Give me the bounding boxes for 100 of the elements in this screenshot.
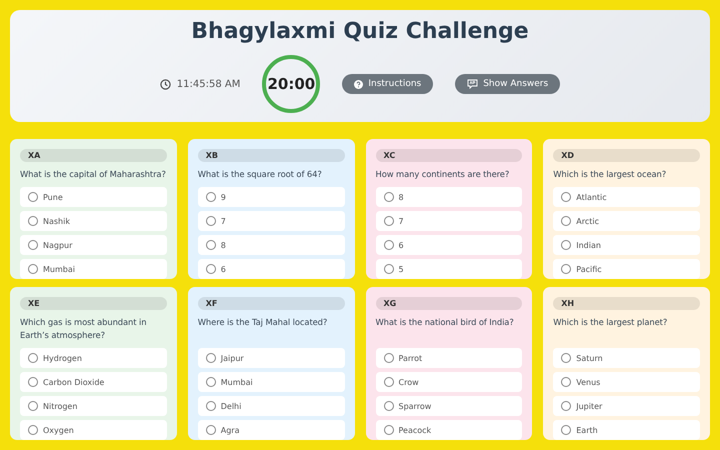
option-label: Agra bbox=[220, 426, 240, 434]
option-label: 8 bbox=[398, 192, 404, 202]
radio-button[interactable] bbox=[561, 401, 572, 411]
option-label: Saturn bbox=[576, 354, 603, 362]
radio-button[interactable] bbox=[28, 377, 38, 387]
radio-button[interactable] bbox=[561, 425, 572, 435]
answer-option[interactable]: Jupiter bbox=[553, 396, 700, 416]
question-tag: XH bbox=[553, 297, 700, 310]
question-tag: XG bbox=[376, 297, 522, 310]
show-answers-button[interactable]: Show Answers bbox=[455, 74, 560, 94]
radio-button[interactable] bbox=[28, 401, 38, 411]
option-label: 7 bbox=[220, 216, 226, 226]
option-label: 7 bbox=[398, 216, 404, 226]
radio-button[interactable] bbox=[206, 192, 216, 202]
answer-option[interactable]: Hydrogen bbox=[20, 348, 167, 368]
question-tag: XF bbox=[198, 297, 344, 310]
radio-button[interactable] bbox=[28, 240, 38, 250]
option-label: Earth bbox=[576, 426, 598, 434]
radio-button[interactable] bbox=[384, 216, 394, 226]
radio-button[interactable] bbox=[28, 216, 38, 226]
radio-button[interactable] bbox=[561, 377, 572, 387]
radio-button[interactable] bbox=[28, 264, 38, 274]
answer-option[interactable]: Delhi bbox=[198, 396, 344, 416]
option-label: Oxygen bbox=[43, 426, 74, 434]
option-label: Mumbai bbox=[220, 378, 253, 386]
radio-button[interactable] bbox=[384, 192, 394, 202]
radio-button[interactable] bbox=[384, 240, 394, 250]
option-label: 6 bbox=[220, 264, 226, 274]
answer-option[interactable]: Nashik bbox=[20, 211, 167, 231]
answer-option[interactable]: 9 bbox=[198, 187, 344, 207]
answer-option[interactable]: Carbon Dioxide bbox=[20, 372, 167, 392]
radio-button[interactable] bbox=[206, 377, 216, 387]
radio-button[interactable] bbox=[561, 216, 572, 226]
answer-option[interactable]: Pune bbox=[20, 187, 167, 207]
answer-option[interactable]: Saturn bbox=[553, 348, 700, 368]
question-text: Which is the largest ocean? bbox=[553, 168, 668, 181]
radio-button[interactable] bbox=[206, 264, 216, 274]
answer-option[interactable]: Sparrow bbox=[376, 396, 522, 416]
answer-option[interactable]: Crow bbox=[376, 372, 522, 392]
answer-option[interactable]: Peacock bbox=[376, 420, 522, 440]
answer-option[interactable]: Agra bbox=[198, 420, 344, 440]
answer-option[interactable]: Earth bbox=[553, 420, 700, 440]
question-tag: XA bbox=[20, 149, 167, 162]
question-text: Which gas is most abundant in Earth’s atmosphere? bbox=[20, 316, 148, 342]
answer-option[interactable]: Nagpur bbox=[20, 235, 167, 255]
radio-button[interactable] bbox=[206, 425, 216, 435]
answer-option[interactable]: 6 bbox=[198, 259, 344, 279]
radio-button[interactable] bbox=[561, 192, 572, 202]
radio-button[interactable] bbox=[384, 425, 394, 435]
radio-button[interactable] bbox=[28, 425, 38, 435]
answer-option[interactable]: 8 bbox=[376, 187, 522, 207]
question-tag: XC bbox=[376, 149, 522, 162]
option-label: Sparrow bbox=[398, 402, 432, 410]
option-label: 5 bbox=[398, 264, 404, 274]
answer-option[interactable]: 5 bbox=[376, 259, 522, 279]
radio-button[interactable] bbox=[206, 401, 216, 411]
question-text: Which is the largest planet? bbox=[553, 316, 668, 329]
radio-button[interactable] bbox=[384, 401, 394, 411]
option-label: Pacific bbox=[576, 264, 602, 274]
answer-option[interactable]: Parrot bbox=[376, 348, 522, 368]
answer-option[interactable]: Pacific bbox=[553, 259, 700, 279]
answer-option[interactable]: Nitrogen bbox=[20, 396, 167, 416]
radio-button[interactable] bbox=[561, 353, 572, 363]
answer-option[interactable]: Venus bbox=[553, 372, 700, 392]
instructions-button[interactable]: Instructions bbox=[342, 74, 434, 94]
answer-option[interactable]: Mumbai bbox=[20, 259, 167, 279]
radio-button[interactable] bbox=[28, 353, 38, 363]
radio-button[interactable] bbox=[561, 240, 572, 250]
answer-option[interactable]: 7 bbox=[376, 211, 522, 231]
option-label: Nagpur bbox=[43, 240, 72, 250]
option-label: Pune bbox=[43, 192, 63, 202]
answer-option[interactable]: Indian bbox=[553, 235, 700, 255]
radio-button[interactable] bbox=[561, 264, 572, 274]
answer-option[interactable]: Mumbai bbox=[198, 372, 344, 392]
option-label: Nitrogen bbox=[43, 402, 78, 410]
answer-option[interactable]: Oxygen bbox=[20, 420, 167, 440]
radio-button[interactable] bbox=[206, 353, 216, 363]
radio-button[interactable] bbox=[384, 353, 394, 363]
question-text: What is the square root of 64? bbox=[198, 168, 323, 181]
countdown-timer: 20:00 bbox=[262, 55, 320, 113]
radio-button[interactable] bbox=[28, 192, 38, 202]
answer-option[interactable]: 7 bbox=[198, 211, 344, 231]
option-label: Venus bbox=[576, 378, 600, 386]
answer-option[interactable]: Arctic bbox=[553, 211, 700, 231]
question-tag: XE bbox=[20, 297, 167, 310]
option-label: Hydrogen bbox=[43, 354, 82, 362]
option-label: Arctic bbox=[576, 216, 599, 226]
radio-button[interactable] bbox=[384, 264, 394, 274]
option-label: Carbon Dioxide bbox=[43, 378, 104, 386]
option-label: Peacock bbox=[398, 426, 432, 434]
radio-button[interactable] bbox=[206, 240, 216, 250]
radio-button[interactable] bbox=[206, 216, 216, 226]
option-label: 9 bbox=[220, 192, 226, 202]
answer-option[interactable]: 6 bbox=[376, 235, 522, 255]
option-label: Parrot bbox=[398, 354, 422, 362]
question-text: Where is the Taj Mahal located? bbox=[198, 316, 328, 329]
radio-button[interactable] bbox=[384, 377, 394, 387]
answer-option[interactable]: Atlantic bbox=[553, 187, 700, 207]
answer-option[interactable]: Jaipur bbox=[198, 348, 344, 368]
answer-option[interactable]: 8 bbox=[198, 235, 344, 255]
